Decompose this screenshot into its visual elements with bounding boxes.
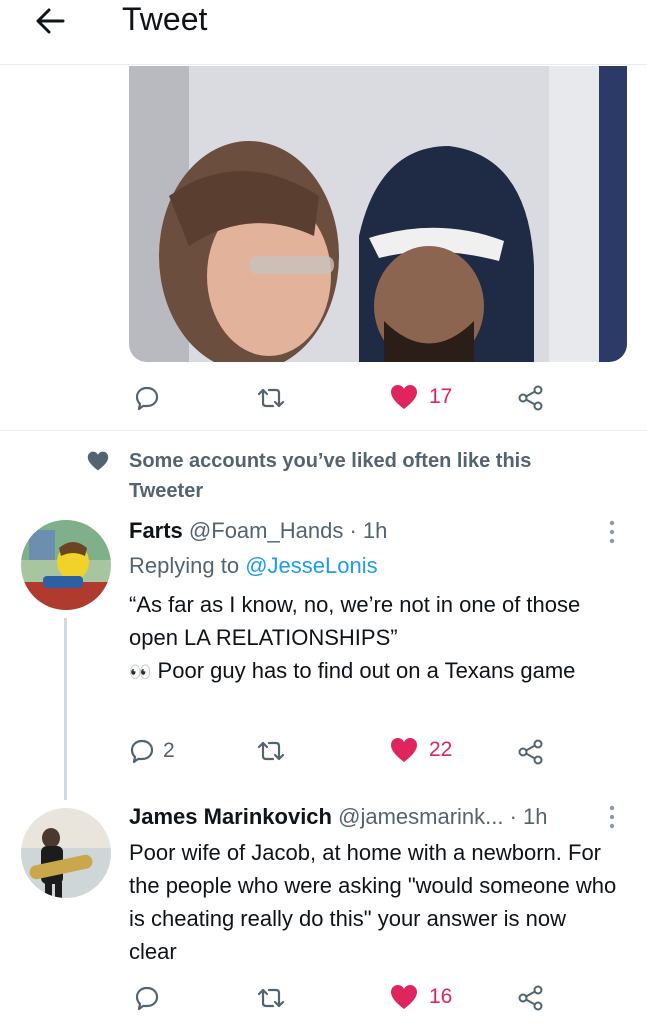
mention-link[interactable]: @JesseLonis xyxy=(245,553,377,578)
reply-button[interactable] xyxy=(134,385,160,411)
retweet-button[interactable] xyxy=(256,385,286,411)
avatar[interactable] xyxy=(21,520,111,610)
heart-icon xyxy=(391,985,417,1009)
tweet-media[interactable] xyxy=(129,66,627,362)
replying-to: Replying to @JesseLonis xyxy=(129,551,378,581)
retweet-icon xyxy=(257,388,285,408)
back-button[interactable] xyxy=(30,4,70,38)
arrow-left-icon xyxy=(36,8,65,34)
social-context-text: Some accounts you’ve liked often like th… xyxy=(129,450,532,502)
retweet-icon xyxy=(257,741,285,761)
like-button[interactable]: 17 xyxy=(389,383,452,411)
share-icon xyxy=(518,985,543,1011)
comment-icon xyxy=(135,386,159,411)
retweet-button[interactable] xyxy=(256,985,286,1011)
tweet-header: James Marinkovich @jamesmarink... · 1h xyxy=(129,802,548,832)
avatar-image xyxy=(21,520,111,610)
tweet-text-line: “As far as I know, no, we’re not in one … xyxy=(129,592,581,650)
retweet-icon xyxy=(257,988,285,1008)
author-handle[interactable]: @jamesmarink... xyxy=(338,804,503,829)
divider xyxy=(0,430,647,431)
comment-icon xyxy=(130,739,154,764)
like-button[interactable]: 16 xyxy=(389,983,452,1011)
author-name[interactable]: Farts xyxy=(129,518,183,543)
tweet-text-line: 👀 Poor guy has to find out on a Texans g… xyxy=(129,654,619,689)
share-button[interactable] xyxy=(517,384,545,412)
heart-icon xyxy=(391,738,417,762)
thread-line xyxy=(64,618,67,800)
like-count: 17 xyxy=(429,385,453,408)
share-icon xyxy=(518,385,543,411)
share-button[interactable] xyxy=(517,738,545,766)
like-count: 16 xyxy=(429,985,453,1008)
tweet-text: “As far as I know, no, we’re not in one … xyxy=(129,588,619,689)
tweet-text-line: Poor wife of Jacob, at home with a newbo… xyxy=(129,840,617,964)
heart-icon xyxy=(391,385,417,409)
page-title: Tweet xyxy=(122,1,208,37)
timestamp[interactable]: · 1h xyxy=(349,518,387,543)
tweet-text-span: Poor guy has to find out on a Texans gam… xyxy=(157,658,576,683)
heart-icon xyxy=(87,451,109,471)
avatar-image xyxy=(21,808,111,898)
share-button[interactable] xyxy=(517,984,545,1012)
eyes-emoji: 👀 xyxy=(129,662,152,682)
tweet-header: Farts @Foam_Hands · 1h xyxy=(129,516,387,546)
avatar[interactable] xyxy=(21,808,111,898)
reply-button[interactable]: 2 xyxy=(129,738,175,764)
timestamp[interactable]: · 1h xyxy=(510,804,548,829)
like-button[interactable]: 22 xyxy=(389,736,452,764)
replying-to-label: Replying to xyxy=(129,553,240,578)
more-vertical-icon[interactable] xyxy=(606,804,618,830)
reply-button[interactable] xyxy=(134,985,160,1011)
tweet-text: Poor wife of Jacob, at home with a newbo… xyxy=(129,836,619,968)
reply-count: 2 xyxy=(163,739,175,762)
share-icon xyxy=(518,739,543,765)
like-count: 22 xyxy=(429,738,453,761)
tweet-photo xyxy=(129,66,627,362)
comment-icon xyxy=(135,986,159,1011)
header: Tweet xyxy=(0,0,647,65)
retweet-button[interactable] xyxy=(256,738,286,764)
more-vertical-icon[interactable] xyxy=(606,519,618,545)
author-handle[interactable]: @Foam_Hands xyxy=(189,518,343,543)
author-name[interactable]: James Marinkovich xyxy=(129,804,332,829)
